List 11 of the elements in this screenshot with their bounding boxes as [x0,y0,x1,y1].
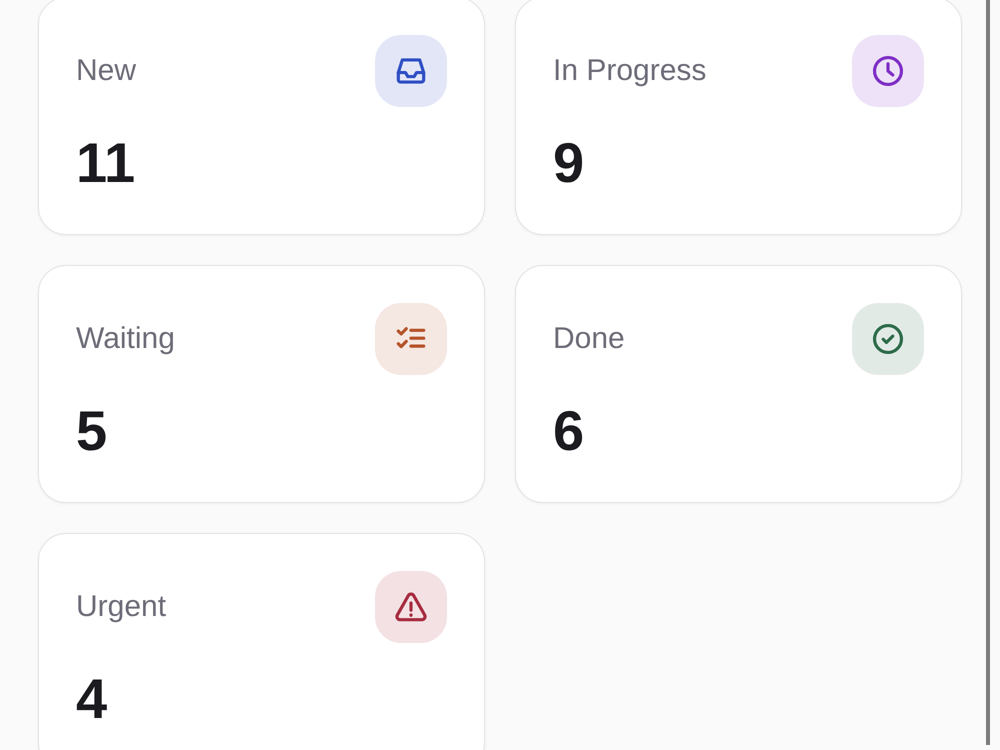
card-label: Urgent [76,590,166,624]
card-value: 9 [553,135,584,191]
card-value: 6 [553,403,584,459]
card-label: Waiting [76,322,175,356]
card-label: Done [553,322,625,356]
card-label: New [76,54,136,88]
card-value: 4 [76,671,108,727]
card-label: In Progress [553,54,706,88]
card-value: 5 [76,403,108,459]
scrollbar[interactable] [986,0,990,745]
card-value: 11 [76,135,136,191]
